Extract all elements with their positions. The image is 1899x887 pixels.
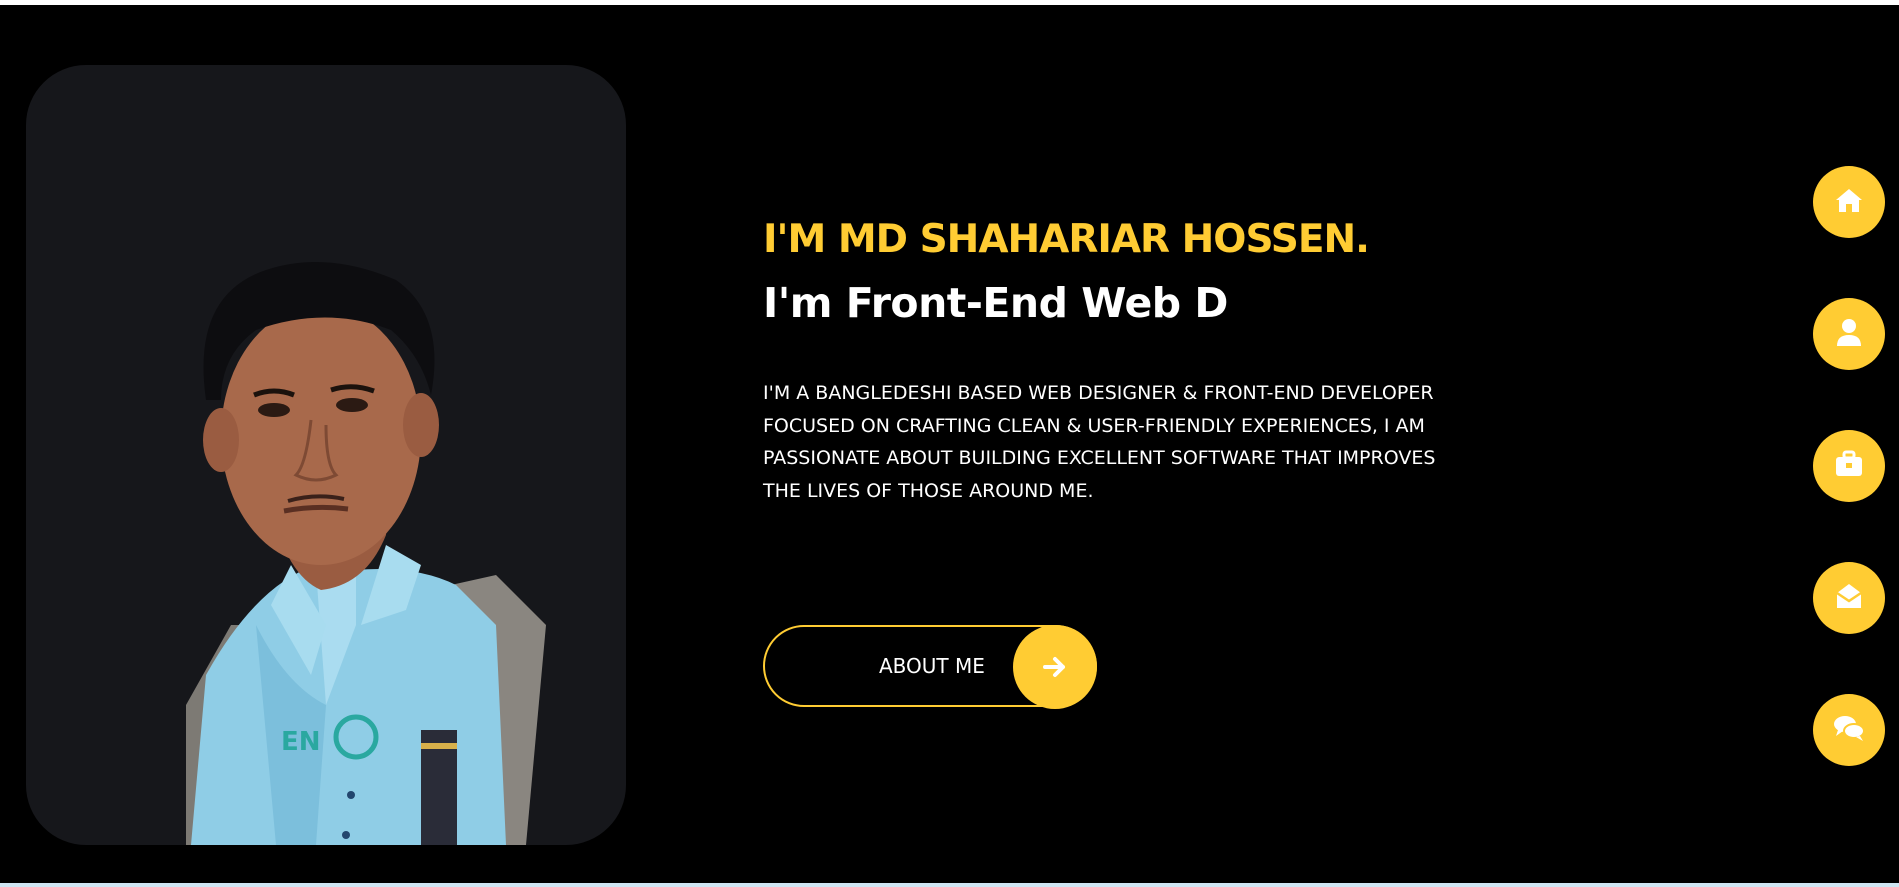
- nav-portfolio-button[interactable]: [1813, 430, 1885, 502]
- portrait-illustration: EN: [186, 262, 546, 845]
- hero-section: EN I'M MD SHAHARIAR HOSSEN. I'm Front-En…: [0, 5, 1899, 883]
- nav-blog-button[interactable]: [1813, 694, 1885, 766]
- briefcase-icon: [1834, 450, 1864, 482]
- about-me-button[interactable]: ABOUT ME: [763, 625, 1097, 709]
- page-bottom-edge: [0, 883, 1899, 887]
- home-icon: [1834, 186, 1864, 218]
- arrow-right-icon: [1013, 625, 1097, 709]
- hero-role-typewriter: I'm Front-End Web D: [763, 279, 1228, 327]
- nav-about-button[interactable]: [1813, 298, 1885, 370]
- nav-home-button[interactable]: [1813, 166, 1885, 238]
- bio-line: PASSIONATE ABOUT BUILDING EXCELLENT SOFT…: [763, 447, 1436, 469]
- about-me-label: ABOUT ME: [879, 654, 985, 678]
- comments-icon: [1833, 714, 1865, 746]
- hero-bio: I'M A BANGLEDESHI BASED WEB DESIGNER & F…: [763, 377, 1503, 507]
- hero-greeting: I'M MD SHAHARIAR HOSSEN.: [763, 217, 1370, 262]
- bio-line: I'M A BANGLEDESHI BASED WEB DESIGNER & F…: [763, 382, 1434, 404]
- nav-contact-button[interactable]: [1813, 562, 1885, 634]
- user-icon: [1835, 317, 1863, 351]
- profile-photo: EN: [26, 65, 626, 845]
- bio-line: FOCUSED ON CRAFTING CLEAN & USER-FRIENDL…: [763, 414, 1425, 437]
- bio-line: THE LIVES OF THOSE AROUND ME.: [763, 479, 1094, 502]
- envelope-open-icon: [1834, 581, 1864, 615]
- svg-text:EN: EN: [281, 727, 321, 757]
